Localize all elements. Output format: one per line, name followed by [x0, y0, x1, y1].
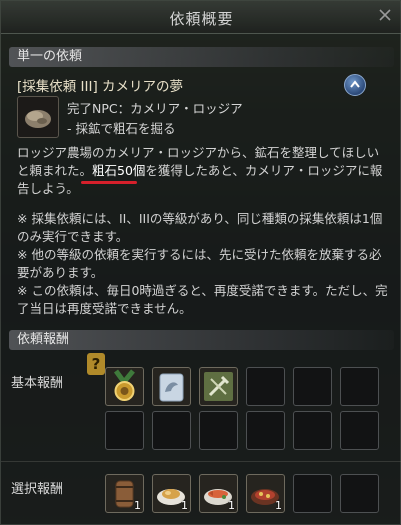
reward-slot-empty — [246, 367, 285, 406]
highlight-underline — [81, 181, 137, 184]
choice-slot[interactable]: 1 — [152, 474, 191, 513]
basic-reward-label: 基本報酬 — [11, 376, 64, 391]
section-header-single-quest: 単一の依頼 — [9, 47, 394, 67]
reward-slot-empty — [246, 411, 285, 450]
divider — [1, 461, 401, 462]
item-count: 1 — [228, 499, 235, 512]
tracker-arrow-button[interactable] — [344, 74, 366, 96]
reward-slot-empty — [152, 411, 191, 450]
choice-slot-empty — [293, 474, 332, 513]
quest-title: [採集依頼 III] カメリアの夢 — [17, 79, 184, 95]
close-icon[interactable] — [377, 7, 393, 23]
item-count: 1 — [134, 499, 141, 512]
reward-slot-empty — [199, 411, 238, 450]
help-icon[interactable]: ? — [87, 353, 105, 375]
strength-scroll-icon — [159, 373, 184, 402]
reward-slot[interactable] — [152, 367, 191, 406]
quest-icon-slot — [17, 96, 59, 138]
note-item: ※ 他の等級の依頼を実行するには、先に受けた依頼を放棄する必要があります。 — [17, 247, 382, 280]
choice-slot[interactable]: 1 — [105, 474, 144, 513]
quest-summary-window: 依頼概要 単一の依頼 [採集依頼 III] カメリアの夢 完了NPC：カメリア・… — [0, 0, 401, 525]
note-item: ※ 採集依頼には、II、IIIの等級があり、同じ種類の採集依頼は1個のみ実行でき… — [17, 211, 383, 244]
choice-reward-label: 選択報酬 — [11, 482, 64, 497]
item-count: 1 — [275, 499, 282, 512]
choice-slot[interactable]: 1 — [199, 474, 238, 513]
arrow-up-icon — [350, 80, 360, 88]
choice-slot[interactable]: 1 — [246, 474, 285, 513]
reward-slot-empty — [293, 411, 332, 450]
title-bar[interactable]: 依頼概要 — [1, 1, 401, 34]
quest-objective: - 採鉱で粗石を掘る — [67, 121, 176, 136]
reward-slot-empty — [105, 411, 144, 450]
quest-notes: ※ 採集依頼には、II、IIIの等級があり、同じ種類の採集依頼は1個のみ実行でき… — [17, 210, 389, 318]
ore-rock-icon — [25, 110, 51, 128]
window-title: 依頼概要 — [169, 10, 234, 28]
item-count: 1 — [181, 499, 188, 512]
choice-slot-empty — [340, 474, 379, 513]
note-item: ※ この依頼は、毎日0時過ぎると、再度受諾できます。ただし、完了当日は再度受諾で… — [17, 283, 388, 316]
quest-description: ロッジア農場のカメリア・ロッジアから、鉱石を整理してほしいと頼まれた。粗石50個… — [17, 144, 387, 198]
section-header-rewards: 依頼報酬 — [9, 330, 394, 350]
reward-slot[interactable] — [105, 367, 144, 406]
completion-npc: 完了NPC：カメリア・ロッジア — [67, 101, 243, 116]
pickaxe-badge-icon — [204, 372, 233, 401]
reward-slot-empty — [340, 367, 379, 406]
reward-slot-empty — [340, 411, 379, 450]
reward-slot-empty — [293, 367, 332, 406]
description-highlight: 粗石50個 — [92, 163, 146, 178]
reward-slot[interactable] — [199, 367, 238, 406]
medal-icon — [113, 369, 135, 401]
